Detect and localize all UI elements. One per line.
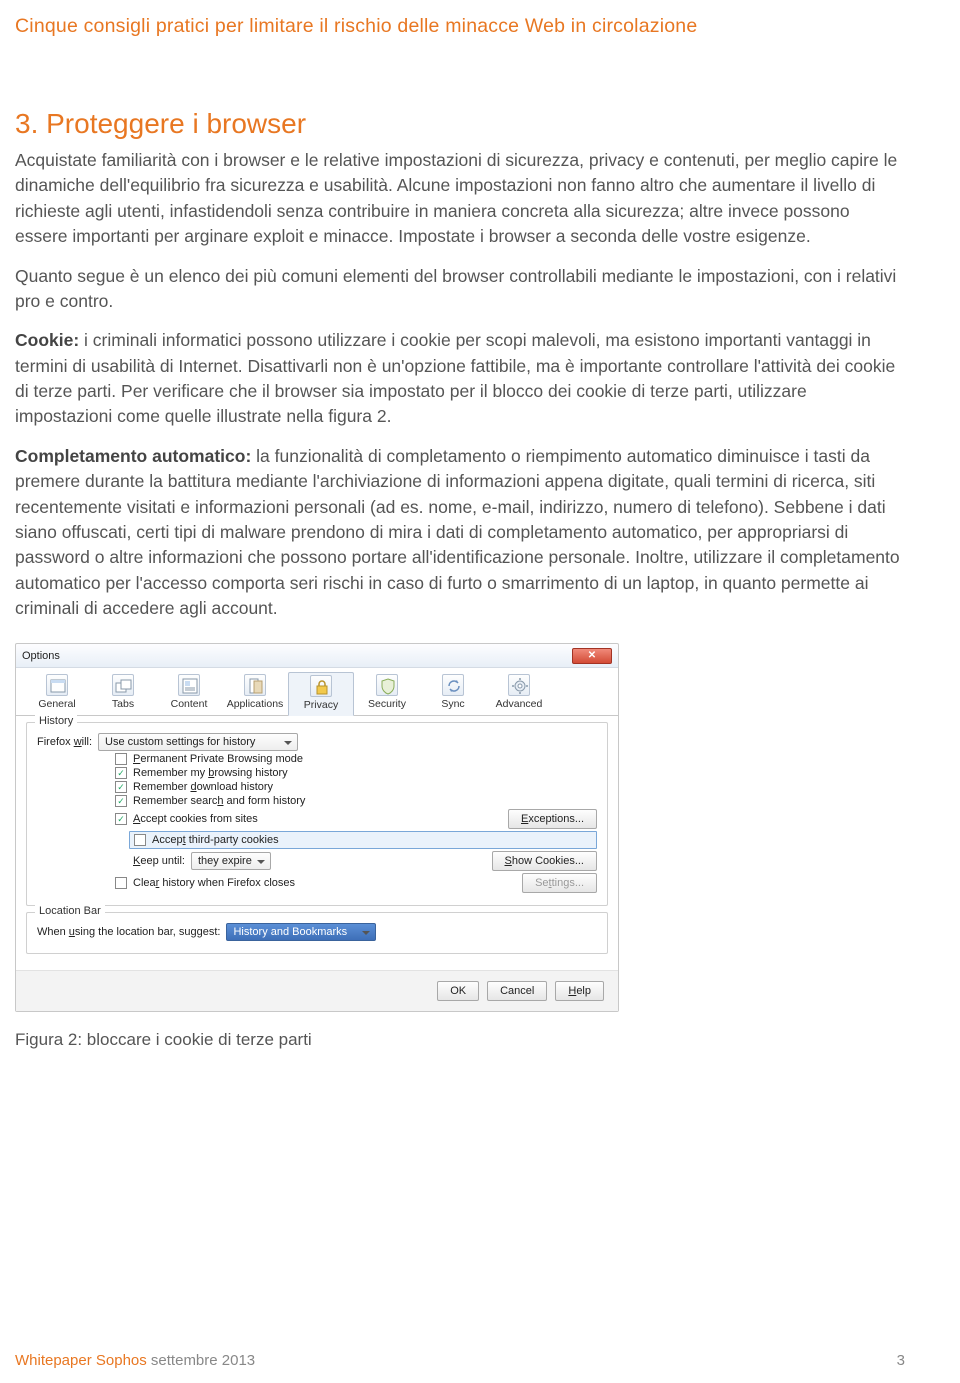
label: Remember download history bbox=[133, 781, 273, 793]
content-icon bbox=[178, 674, 200, 696]
dialog-titlebar[interactable]: Options ✕ bbox=[16, 644, 618, 668]
tab-security[interactable]: Security bbox=[354, 672, 420, 715]
general-icon bbox=[46, 674, 68, 696]
label: When using the location bar, suggest: bbox=[37, 926, 220, 938]
label: Clear history when Firefox closes bbox=[133, 877, 295, 889]
keep-until-select[interactable]: they expire bbox=[191, 852, 271, 870]
page-footer: Whitepaper Sophos settembre 2013 3 bbox=[15, 1352, 905, 1369]
tab-label: Applications bbox=[222, 698, 288, 710]
options-dialog: Options ✕ General Tabs Content bbox=[15, 643, 619, 1012]
article-body: 3. Proteggere i browser Acquistate famil… bbox=[15, 108, 905, 1050]
checkbox-checked[interactable]: ✓ bbox=[115, 795, 127, 807]
paragraph: Quanto segue è un elenco dei più comuni … bbox=[15, 264, 905, 315]
footer-date: settembre 2013 bbox=[151, 1352, 255, 1369]
exceptions-button[interactable]: Exceptions... bbox=[508, 809, 597, 829]
tabs-icon bbox=[112, 674, 134, 696]
accept-cookies-row[interactable]: ✓ Accept cookies from sites Exceptions..… bbox=[115, 809, 597, 829]
location-bar-group: Location Bar When using the location bar… bbox=[26, 912, 608, 954]
security-shield-icon bbox=[376, 674, 398, 696]
tab-privacy[interactable]: Privacy bbox=[288, 672, 354, 716]
tab-strip: General Tabs Content Applications Privac… bbox=[16, 668, 618, 716]
tab-general[interactable]: General bbox=[24, 672, 90, 715]
group-legend: Location Bar bbox=[35, 905, 105, 917]
close-icon: ✕ bbox=[588, 650, 596, 661]
page-number: 3 bbox=[897, 1352, 905, 1369]
close-button[interactable]: ✕ bbox=[572, 648, 612, 664]
label: Permanent Private Browsing mode bbox=[133, 753, 303, 765]
remember-search-row[interactable]: ✓ Remember search and form history bbox=[115, 795, 597, 807]
label: Remember search and form history bbox=[133, 795, 305, 807]
remember-browsing-row[interactable]: ✓ Remember my browsing history bbox=[115, 767, 597, 779]
tab-label: Tabs bbox=[90, 698, 156, 710]
checkbox-unchecked[interactable] bbox=[115, 753, 127, 765]
tab-content[interactable]: Content bbox=[156, 672, 222, 715]
show-cookies-button[interactable]: Show Cookies... bbox=[492, 851, 598, 871]
tab-label: Content bbox=[156, 698, 222, 710]
label: Keep until: bbox=[133, 855, 185, 867]
text: i criminali informatici possono utilizza… bbox=[15, 330, 895, 426]
checkbox-checked[interactable]: ✓ bbox=[115, 813, 127, 825]
permanent-private-row[interactable]: Permanent Private Browsing mode bbox=[115, 753, 597, 765]
tab-label: Sync bbox=[420, 698, 486, 710]
privacy-lock-icon bbox=[310, 675, 332, 697]
applications-icon bbox=[244, 674, 266, 696]
running-head: Cinque consigli pratici per limitare il … bbox=[15, 15, 905, 38]
privacy-panel: History Firefox will: Use custom setting… bbox=[16, 716, 618, 970]
tab-advanced[interactable]: Advanced bbox=[486, 672, 552, 715]
tab-tabs[interactable]: Tabs bbox=[90, 672, 156, 715]
section-heading: 3. Proteggere i browser bbox=[15, 108, 905, 140]
paragraph-autocomplete: Completamento automatico: la funzionalit… bbox=[15, 444, 905, 622]
label: Remember my browsing history bbox=[133, 767, 288, 779]
dialog-title: Options bbox=[22, 650, 572, 662]
dialog-footer: OK Cancel Help bbox=[16, 970, 618, 1011]
paragraph-cookie: Cookie: i criminali informatici possono … bbox=[15, 328, 905, 430]
figure-caption: Figura 2: bloccare i cookie di terze par… bbox=[15, 1030, 905, 1050]
location-suggest-select[interactable]: History and Bookmarks bbox=[226, 923, 376, 941]
location-suggest-row: When using the location bar, suggest: Hi… bbox=[37, 923, 597, 941]
group-legend: History bbox=[35, 715, 77, 727]
advanced-gear-icon bbox=[508, 674, 530, 696]
label: Accept third-party cookies bbox=[152, 834, 279, 846]
checkbox-checked[interactable]: ✓ bbox=[115, 781, 127, 793]
tab-label: Privacy bbox=[289, 699, 353, 711]
tab-sync[interactable]: Sync bbox=[420, 672, 486, 715]
label: Firefox will: bbox=[37, 736, 92, 748]
keep-until-row: Keep until: they expire Show Cookies... bbox=[133, 851, 597, 871]
accept-third-party-row[interactable]: Accept third-party cookies bbox=[129, 831, 597, 849]
checkbox-unchecked[interactable] bbox=[134, 834, 146, 846]
tab-label: Security bbox=[354, 698, 420, 710]
firefox-will-select[interactable]: Use custom settings for history bbox=[98, 733, 298, 751]
cancel-button[interactable]: Cancel bbox=[487, 981, 547, 1001]
label: Accept cookies from sites bbox=[133, 813, 258, 825]
tab-label: Advanced bbox=[486, 698, 552, 710]
ok-button[interactable]: OK bbox=[437, 981, 479, 1001]
checkbox-checked[interactable]: ✓ bbox=[115, 767, 127, 779]
history-group: History Firefox will: Use custom setting… bbox=[26, 722, 608, 906]
term-autocomplete: Completamento automatico: bbox=[15, 446, 251, 466]
text: la funzionalità di completamento o riemp… bbox=[15, 446, 900, 618]
sync-icon bbox=[442, 674, 464, 696]
help-button[interactable]: Help bbox=[555, 981, 604, 1001]
paragraph: Acquistate familiarità con i browser e l… bbox=[15, 148, 905, 250]
tab-applications[interactable]: Applications bbox=[222, 672, 288, 715]
settings-button: Settings... bbox=[522, 873, 597, 893]
firefox-will-row: Firefox will: Use custom settings for hi… bbox=[37, 733, 597, 751]
remember-download-row[interactable]: ✓ Remember download history bbox=[115, 781, 597, 793]
footer-brand: Whitepaper Sophos bbox=[15, 1352, 147, 1369]
tab-label: General bbox=[24, 698, 90, 710]
checkbox-unchecked[interactable] bbox=[115, 877, 127, 889]
term-cookie: Cookie: bbox=[15, 330, 79, 350]
clear-on-close-row[interactable]: Clear history when Firefox closes Settin… bbox=[115, 873, 597, 893]
